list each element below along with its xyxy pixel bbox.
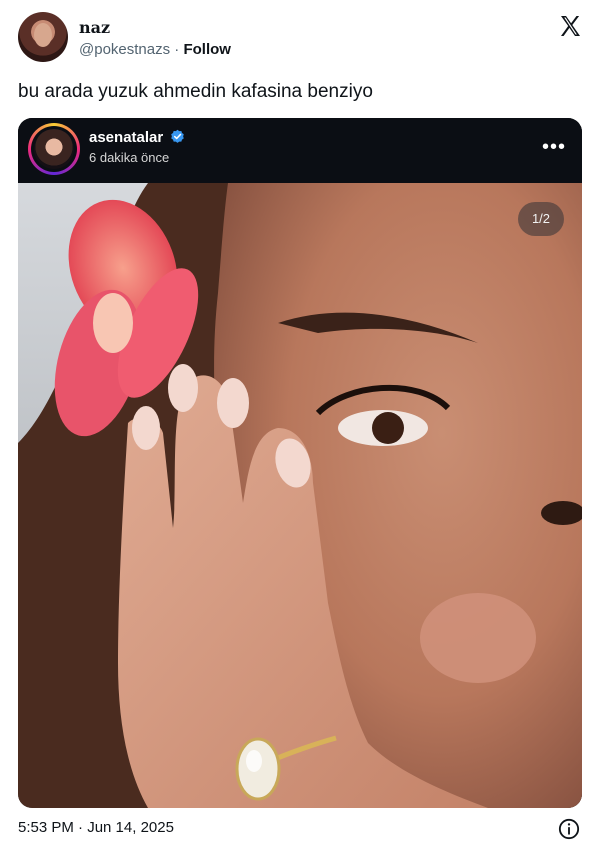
x-logo-icon[interactable] <box>558 14 582 38</box>
image-counter: 1/2 <box>518 202 564 236</box>
verified-badge-icon <box>171 129 185 143</box>
iris <box>372 412 404 444</box>
ring-diamond-shine <box>246 750 262 772</box>
more-options-button[interactable]: ••• <box>542 136 566 159</box>
embedded-post-username[interactable]: asenatalar <box>89 129 163 146</box>
nose <box>420 593 536 683</box>
embedded-post-user-row: asenatalar <box>89 128 185 148</box>
avatar-ring-gap <box>31 126 77 172</box>
author-names: naz @pokestnazs · Follow <box>79 18 231 60</box>
tweet-header: naz @pokestnazs · Follow <box>18 12 582 68</box>
avatar-face <box>34 23 52 47</box>
author-handle-row: @pokestnazs · Follow <box>79 40 231 60</box>
nail-2 <box>168 364 198 412</box>
author-avatar[interactable] <box>18 12 68 62</box>
embedded-post-time: 6 dakika önce <box>89 150 170 165</box>
author-display-name[interactable]: naz <box>79 18 231 38</box>
embedded-instagram-post[interactable]: asenatalar 6 dakika önce ••• 1/2 <box>18 118 582 808</box>
avatar-image <box>34 129 74 169</box>
follow-button[interactable]: Follow <box>183 41 231 58</box>
nail-1 <box>132 406 160 450</box>
author-handle[interactable]: @pokestnazs <box>79 41 170 58</box>
embedded-post-avatar[interactable] <box>28 123 80 175</box>
handle-separator: · <box>174 41 180 58</box>
info-icon[interactable] <box>558 818 580 840</box>
nail-3 <box>217 378 249 428</box>
tweet-text: bu arada yuzuk ahmedin kafasina benziyo <box>18 81 373 102</box>
post-photo[interactable] <box>18 183 582 808</box>
tweet-timestamp[interactable]: 5:53 PM · Jun 14, 2025 <box>18 818 174 838</box>
embedded-post-header: asenatalar 6 dakika önce ••• <box>18 118 582 183</box>
